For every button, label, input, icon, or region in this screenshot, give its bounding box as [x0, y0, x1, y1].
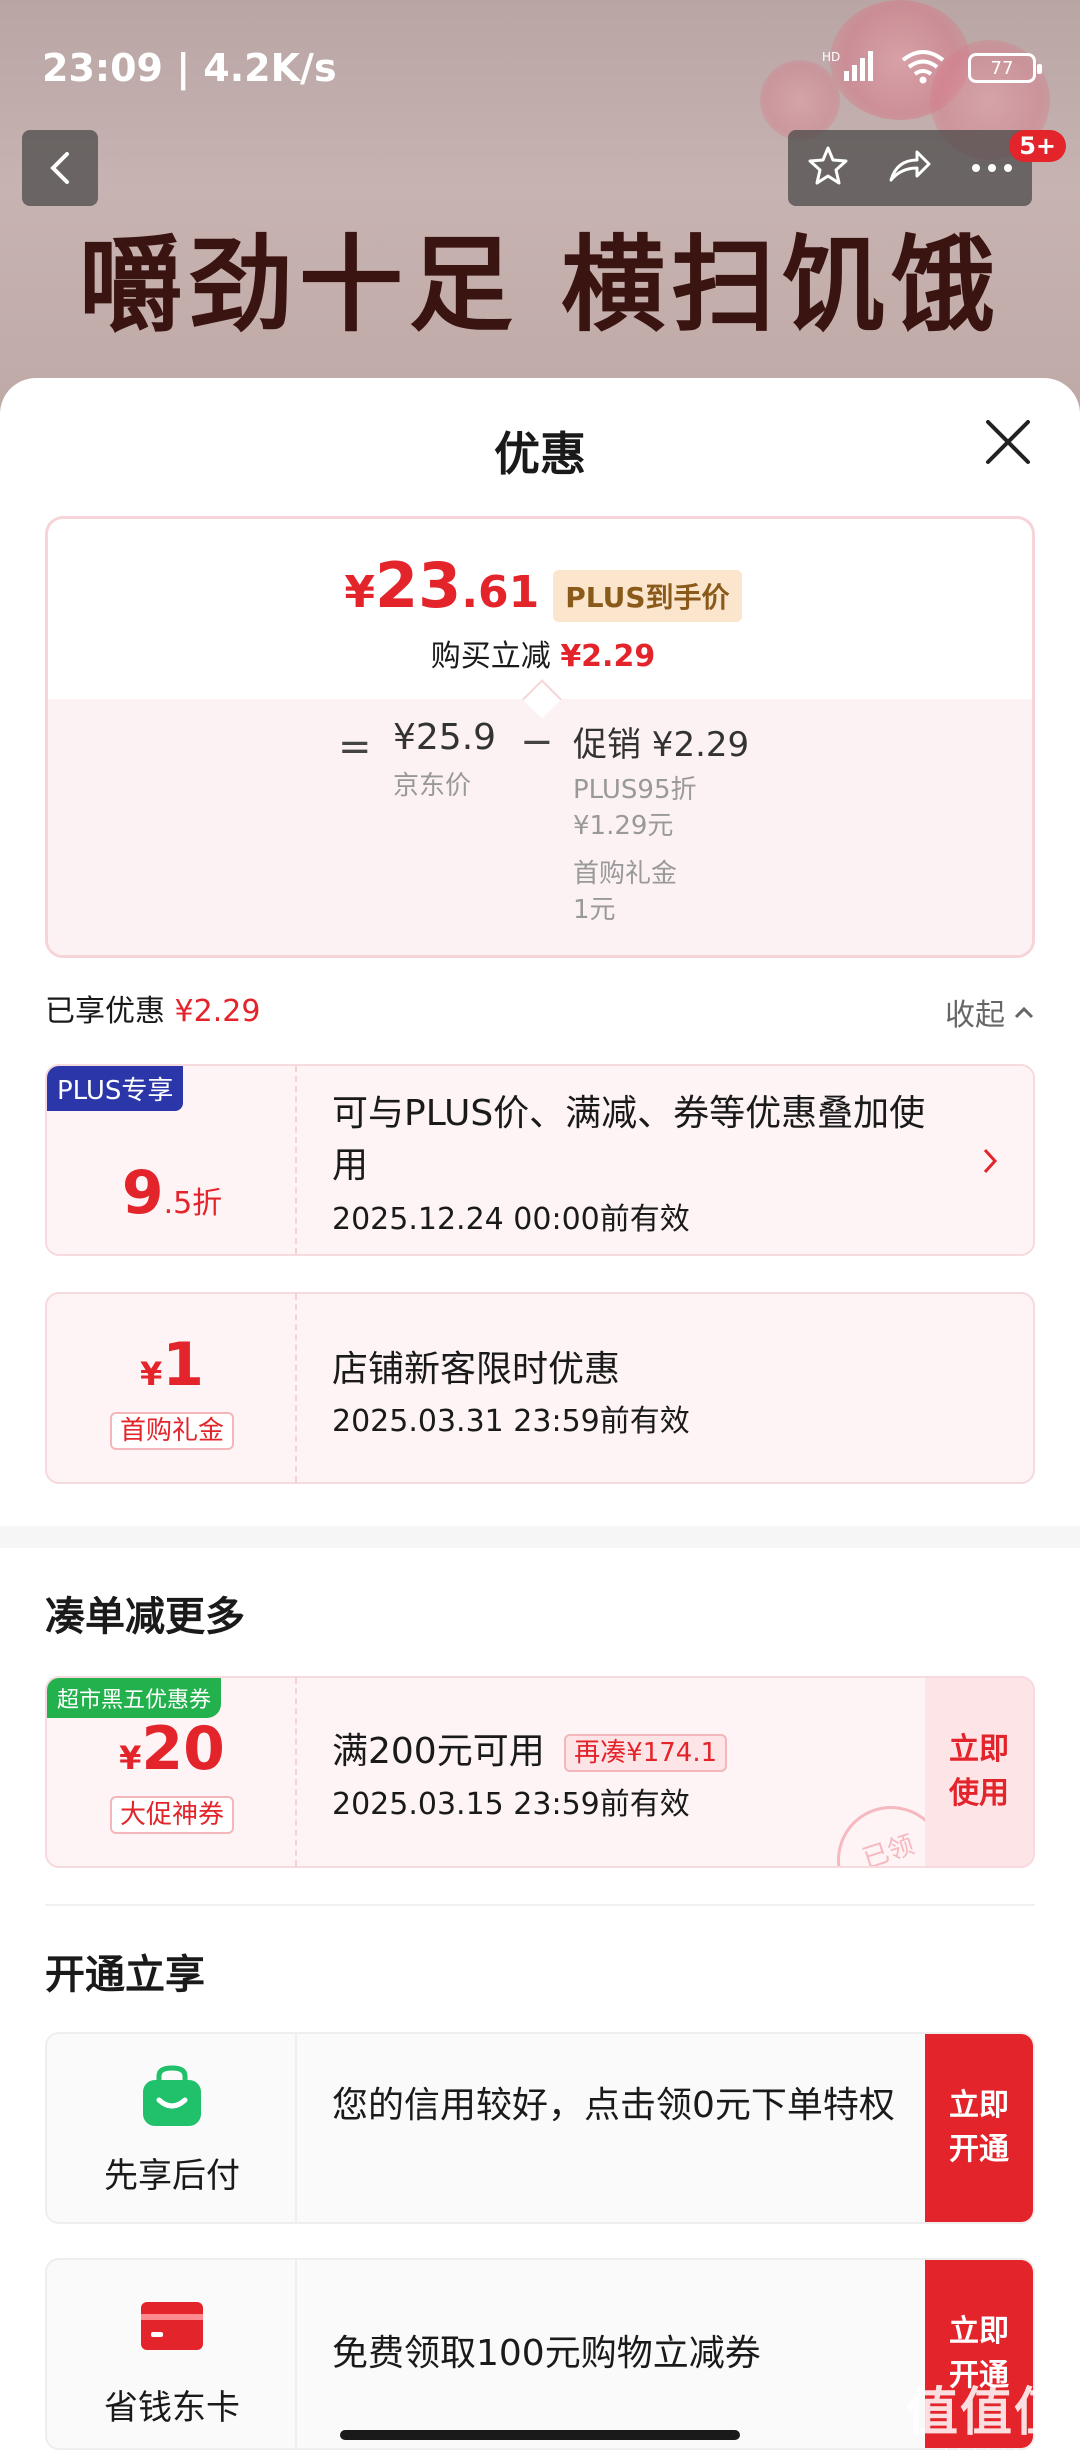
- home-indicator[interactable]: [340, 2430, 740, 2440]
- card-icon: [141, 2302, 203, 2350]
- pay-later-text: 您的信用较好，点击领0元下单特权: [332, 2085, 895, 2126]
- final-price: ¥23.61 PLUS到手价: [48, 549, 1032, 622]
- sheet-title: 优惠: [494, 427, 586, 481]
- chevron-up-icon: [1014, 1006, 1034, 1019]
- promo-item: PLUS95折: [573, 775, 697, 805]
- enjoyed-value: ¥2.29: [174, 994, 261, 1029]
- add-more-tag: 再凑¥174.1: [564, 1734, 728, 1772]
- price-summary-card: ¥23.61 PLUS到手价 购买立减 ¥2.29 = ¥25.9 京东价 − …: [45, 516, 1035, 958]
- promo-item: 首购礼金: [573, 859, 678, 889]
- buy-discount: 购买立减 ¥2.29: [48, 631, 1032, 675]
- plus-price-tag: PLUS到手价: [553, 570, 742, 622]
- coupon-currency: ¥: [139, 1355, 163, 1393]
- pay-later-open-button[interactable]: 立即开通: [925, 2034, 1033, 2222]
- buy-discount-value: ¥2.29: [560, 639, 656, 674]
- coupon-amount: 1: [162, 1330, 204, 1400]
- buy-discount-label: 购买立减: [430, 639, 551, 674]
- section-divider: [0, 1526, 1080, 1548]
- use-now-label: 立即使用: [949, 1732, 1009, 1811]
- plus-exclusive-tag: PLUS专享: [47, 1066, 184, 1111]
- pay-later-icon-area: 先享后付: [47, 2034, 297, 2222]
- back-button[interactable]: [22, 130, 98, 206]
- coupon-amount-suffix: .5折: [163, 1186, 223, 1221]
- jd-price: ¥25.9: [393, 717, 497, 758]
- battery-icon: 77: [968, 53, 1042, 83]
- equals-sign: =: [338, 724, 372, 770]
- favorite-button[interactable]: [806, 144, 850, 192]
- coupon-info: 店铺新客限时优惠 2025.03.31 23:59前有效: [332, 1344, 932, 1440]
- savings-card-icon-area: 省钱东卡: [47, 2260, 297, 2448]
- coupon-text: 店铺新客限时优惠: [332, 1349, 621, 1390]
- savings-card-text: 免费领取100元购物立减券: [332, 2333, 761, 2374]
- savings-card-item[interactable]: 省钱东卡 免费领取100元购物立减券 立即开通: [45, 2258, 1035, 2450]
- top-action-group: [788, 130, 1032, 206]
- chevron-right-icon: [983, 1148, 998, 1174]
- pay-later-info: 您的信用较好，点击领0元下单特权: [332, 2080, 912, 2132]
- minus-sign: −: [520, 719, 554, 765]
- star-icon: [808, 146, 848, 185]
- final-price-int: 23: [375, 549, 462, 622]
- final-price-currency: ¥: [344, 567, 376, 618]
- claimed-stamp-text: 已领: [859, 1830, 918, 1868]
- coupon-currency: ¥: [119, 1739, 142, 1777]
- coupon-amount: 9: [121, 1158, 164, 1228]
- battery-level: 77: [990, 57, 1014, 79]
- first-buy-gift-tag: 首购礼金: [109, 1412, 234, 1450]
- pay-later-label: 先享后付: [104, 2156, 240, 2196]
- coupon-info: 可与PLUS价、满减、券等优惠叠加使用 2025.12.24 00:00前有效: [332, 1088, 932, 1238]
- coupon-date: 2025.12.24 00:00前有效: [332, 1202, 690, 1237]
- chevron-left-icon: [50, 152, 69, 184]
- coupon-amount-area: ¥1 首购礼金: [47, 1294, 297, 1482]
- enjoyed-discount: 已享优惠 ¥2.29: [45, 986, 260, 1030]
- svg-text:HD: HD: [822, 50, 840, 64]
- enjoyed-label: 已享优惠: [45, 994, 165, 1029]
- coupon-info: 满200元可用 再凑¥174.1 2025.03.15 23:59前有效: [332, 1726, 892, 1823]
- coupon-amount: 20: [141, 1714, 225, 1784]
- share-button[interactable]: [887, 146, 933, 190]
- first-buy-coupon: ¥1 首购礼金 店铺新客限时优惠 2025.03.31 23:59前有效: [45, 1292, 1035, 1484]
- collapse-button[interactable]: 收起: [945, 990, 1035, 1034]
- pay-later-item[interactable]: 先享后付 您的信用较好，点击领0元下单特权 立即开通: [45, 2032, 1035, 2224]
- jd-price-label: 京东价: [393, 771, 472, 801]
- status-bar: 23:09 | 4.2K/s HD 77: [0, 0, 1080, 136]
- promo-coupon-tag: 大促神券: [109, 1796, 234, 1834]
- savings-card-info: 免费领取100元购物立减券: [332, 2328, 912, 2380]
- savings-card-label: 省钱东卡: [104, 2388, 240, 2428]
- signal-icon: HD: [822, 49, 878, 87]
- promo-item: ¥1.29元: [573, 811, 674, 841]
- more-button[interactable]: [970, 159, 1014, 178]
- black-friday-tag: 超市黑五优惠券: [47, 1678, 222, 1718]
- coupon-date: 2025.03.15 23:59前有效: [332, 1787, 690, 1822]
- watermark-sub: zhizhizhi.com: [932, 2445, 1068, 2460]
- wifi-icon: [900, 48, 946, 88]
- discount-sheet: 优惠 ¥23.61 PLUS到手价 购买立减 ¥2.29 = ¥25.9 京东价…: [0, 378, 1080, 2460]
- coupon-date: 2025.03.31 23:59前有效: [332, 1404, 690, 1439]
- share-icon: [889, 150, 931, 182]
- use-now-button[interactable]: 立即使用: [925, 1678, 1033, 1866]
- status-time: 23:09 | 4.2K/s: [42, 46, 337, 90]
- shopping-bag-icon: [143, 2065, 201, 2126]
- coupon-text: 满200元可用: [332, 1731, 545, 1772]
- product-banner-text: 嚼劲十足 横扫饥饿: [78, 223, 1002, 346]
- coupon-text: 可与PLUS价、满减、券等优惠叠加使用: [332, 1093, 926, 1186]
- final-price-dec: .61: [461, 567, 540, 618]
- more-section-title: 凑单减更多: [45, 1594, 245, 1640]
- open-section-title: 开通立享: [45, 1952, 205, 1998]
- supermarket-coupon: ¥20 大促神券 超市黑五优惠券 满200元可用 再凑¥174.1 2025.0…: [45, 1676, 1035, 1868]
- open-now-label: 立即开通: [949, 2088, 1009, 2167]
- promo-item: 1元: [573, 895, 616, 925]
- status-icons: HD 77: [822, 48, 1042, 88]
- watermark: 值值值 zhizhizhi.com: [906, 2370, 1068, 2460]
- plus-discount-coupon[interactable]: 9.5折 PLUS专享 可与PLUS价、满减、券等优惠叠加使用 2025.12.…: [45, 1064, 1035, 1256]
- more-dots-icon: [971, 163, 1012, 172]
- watermark-main: 值值值: [905, 2383, 1068, 2443]
- promo-label: 促销 ¥2.29: [573, 725, 750, 765]
- divider-line: [45, 1904, 1035, 1906]
- close-icon: [986, 420, 1030, 464]
- close-button[interactable]: [982, 416, 1034, 468]
- message-badge: 5+: [1009, 130, 1066, 162]
- collapse-label: 收起: [945, 998, 1005, 1033]
